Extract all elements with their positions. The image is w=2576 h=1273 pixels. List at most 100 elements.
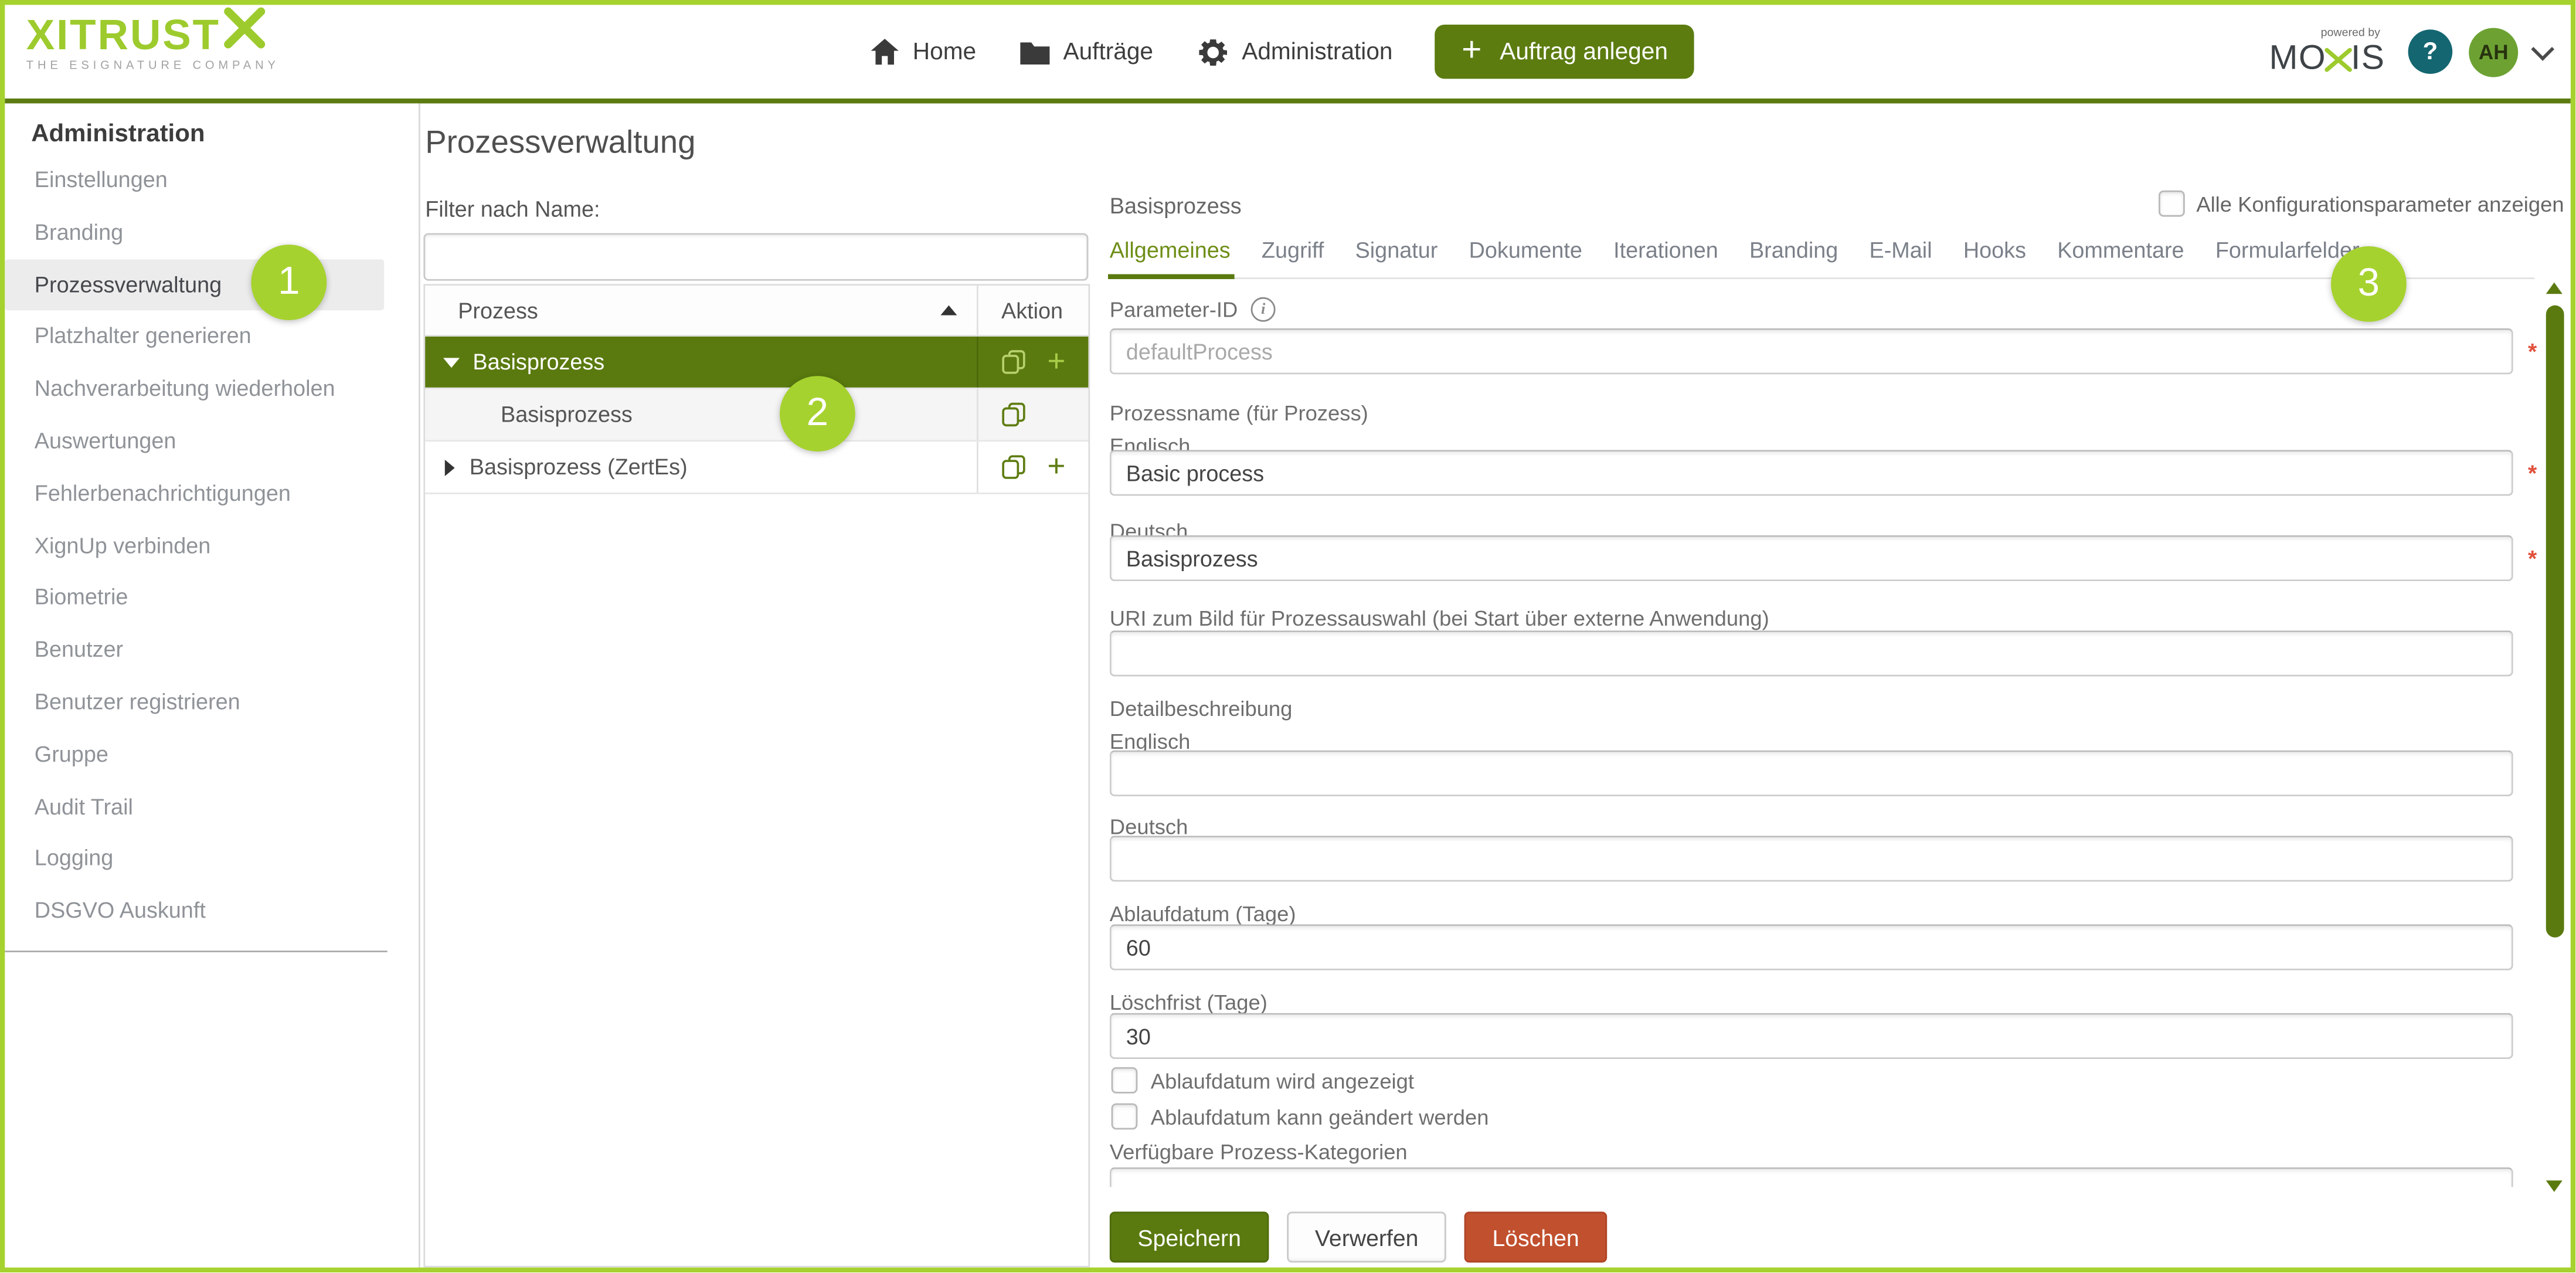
parameter-id-input (1110, 328, 2513, 374)
tab-branding[interactable]: Branding (1749, 238, 1838, 263)
table-header-row: Prozess Aktion (425, 286, 1088, 337)
info-icon[interactable]: i (1251, 297, 1276, 322)
ablaufdatum-aenderbar-checkbox[interactable]: Ablaufdatum kann geändert werden (1112, 1104, 1489, 1130)
create-auftrag-button[interactable]: + Auftrag anlegen (1435, 25, 1694, 79)
kategorien-select[interactable] (1110, 1167, 2513, 1187)
detail-tabs: Allgemeines Zugriff Signatur Dokumente I… (1110, 238, 2534, 279)
xitrust-logo[interactable]: XITRUST THE ESIGNATURE COMPANY (26, 13, 280, 71)
prozessname-en-input[interactable] (1110, 450, 2513, 495)
sidebar-item-fehlerbenachrichtigungen[interactable]: Fehlerbenachrichtigungen (5, 467, 419, 520)
tab-signatur[interactable]: Signatur (1355, 238, 1438, 263)
delete-button[interactable]: Löschen (1464, 1211, 1607, 1262)
sidebar-item-logging[interactable]: Logging (5, 833, 419, 885)
uri-input[interactable] (1110, 630, 2513, 676)
tab-email[interactable]: E-Mail (1870, 238, 1932, 263)
step-badge-1: 1 (251, 245, 327, 320)
tab-kommentare[interactable]: Kommentare (2057, 238, 2184, 263)
ablaufdatum-input[interactable] (1110, 924, 2513, 970)
tab-dokumente[interactable]: Dokumente (1469, 238, 1582, 263)
sidebar-item-prozessverwaltung[interactable]: Prozessverwaltung (5, 259, 384, 311)
discard-button[interactable]: Verwerfen (1287, 1211, 1446, 1262)
scrollbar-thumb[interactable] (2546, 305, 2564, 938)
required-asterisk: * (2528, 460, 2537, 486)
main-nav: Home Aufträge Administration (870, 5, 1694, 99)
parameter-id-label: Parameter-ID i (1110, 297, 1276, 322)
step-badge-3: 3 (2331, 246, 2407, 322)
sidebar-item-biometrie[interactable]: Biometrie (5, 572, 419, 624)
tab-allgemeines[interactable]: Allgemeines (1110, 238, 1231, 263)
sidebar-item-benutzer[interactable]: Benutzer (5, 624, 419, 676)
column-header-aktion: Aktion (978, 286, 1063, 335)
required-asterisk: * (2528, 545, 2537, 572)
sort-asc-icon (940, 305, 957, 315)
copy-icon[interactable] (1001, 349, 1026, 374)
header-right-cluster: powered by MO IS ? AH (2269, 5, 2551, 99)
prozessname-de-input[interactable] (1110, 535, 2513, 581)
show-all-config-toggle[interactable]: Alle Konfigurationsparameter anzeigen (2159, 191, 2564, 217)
process-table: Prozess Aktion Basisprozess (423, 284, 1090, 1267)
sidebar-divider (5, 950, 387, 952)
table-row-basisprozess-zertes[interactable]: Basisprozess (ZertEs) + (425, 442, 1088, 494)
allgemeines-form: Parameter-ID i * Prozessname (für Prozes… (1110, 281, 2551, 1187)
nav-item-auftraege[interactable]: Aufträge (1019, 39, 1153, 65)
uri-label: URI zum Bild für Prozessauswahl (bei Sta… (1110, 606, 1769, 630)
checkbox-icon[interactable] (2159, 191, 2185, 217)
sidebar-item-gruppe[interactable]: Gruppe (5, 729, 419, 781)
sidebar-item-auswertungen[interactable]: Auswertungen (5, 415, 419, 467)
sidebar-item-xignup-verbinden[interactable]: XignUp verbinden (5, 520, 419, 572)
detail-en-input[interactable] (1110, 751, 2513, 796)
ablaufdatum-label: Ablaufdatum (Tage) (1110, 901, 1296, 926)
checkbox-icon[interactable] (1112, 1067, 1138, 1094)
caret-down-icon[interactable] (443, 357, 460, 367)
page-title: Prozessverwaltung (425, 125, 1092, 162)
ablaufdatum-angezeigt-checkbox[interactable]: Ablaufdatum wird angezeigt (1112, 1067, 1414, 1094)
sidebar-item-einstellungen[interactable]: Einstellungen (5, 154, 419, 206)
moxis-logo: powered by MO IS (2269, 28, 2385, 76)
detail-title: Basisprozess (1110, 194, 1242, 218)
sidebar-heading: Administration (31, 120, 419, 148)
scroll-down-icon[interactable] (2546, 1180, 2563, 1192)
nav-label: Home (913, 39, 976, 65)
sidebar-item-platzhalter-generieren[interactable]: Platzhalter generieren (5, 311, 419, 363)
tab-iterationen[interactable]: Iterationen (1613, 238, 1718, 263)
required-asterisk: * (2528, 338, 2537, 365)
add-subprocess-icon[interactable]: + (1047, 347, 1065, 378)
filter-input[interactable] (423, 233, 1088, 281)
sidebar-item-nachverarbeitung-wiederholen[interactable]: Nachverarbeitung wiederholen (5, 363, 419, 415)
detailbeschreibung-label: Detailbeschreibung (1110, 696, 1293, 721)
step-badge-2: 2 (780, 376, 855, 452)
caret-right-icon[interactable] (445, 459, 455, 476)
top-navigation-bar: XITRUST THE ESIGNATURE COMPANY Home (5, 5, 2570, 103)
copy-icon[interactable] (1001, 402, 1026, 427)
nav-item-home[interactable]: Home (870, 38, 976, 66)
sidebar-item-branding[interactable]: Branding (5, 206, 419, 259)
scroll-up-icon[interactable] (2546, 283, 2563, 294)
prozessname-label: Prozessname (für Prozess) (1110, 400, 1368, 425)
form-scrollbar[interactable] (2544, 273, 2565, 1192)
xitrust-x-icon (223, 6, 266, 56)
process-name: Basisprozess (425, 402, 633, 427)
loeschfrist-input[interactable] (1110, 1013, 2513, 1059)
tab-zugriff[interactable]: Zugriff (1262, 238, 1324, 263)
sidebar-item-audit-trail[interactable]: Audit Trail (5, 781, 419, 833)
add-subprocess-icon[interactable]: + (1047, 452, 1065, 483)
sidebar-item-benutzer-registrieren[interactable]: Benutzer registrieren (5, 677, 419, 729)
create-auftrag-label: Auftrag anlegen (1500, 39, 1668, 65)
save-button[interactable]: Speichern (1110, 1211, 1269, 1262)
nav-label: Aufträge (1063, 39, 1154, 65)
tab-formularfelder[interactable]: Formularfelder (2215, 238, 2360, 263)
sidebar-item-dsgvo-auskunft[interactable]: DSGVO Auskunft (5, 885, 419, 938)
copy-icon[interactable] (1001, 455, 1026, 480)
table-row-basisprozess[interactable]: Basisprozess + (425, 337, 1088, 389)
avatar[interactable]: AH (2469, 27, 2518, 76)
checkbox-icon[interactable] (1112, 1104, 1138, 1130)
detail-de-input[interactable] (1110, 836, 2513, 881)
column-header-prozess[interactable]: Prozess (425, 286, 978, 335)
help-icon[interactable]: ? (2408, 29, 2453, 74)
chevron-down-icon[interactable] (2531, 37, 2554, 60)
app-window: XITRUST THE ESIGNATURE COMPANY Home (0, 0, 2575, 1272)
nav-item-administration[interactable]: Administration (1196, 35, 1393, 68)
tab-hooks[interactable]: Hooks (1963, 238, 2026, 263)
kategorien-label: Verfügbare Prozess-Kategorien (1110, 1139, 1408, 1164)
table-row-basisprozess-child[interactable]: Basisprozess (425, 389, 1088, 442)
